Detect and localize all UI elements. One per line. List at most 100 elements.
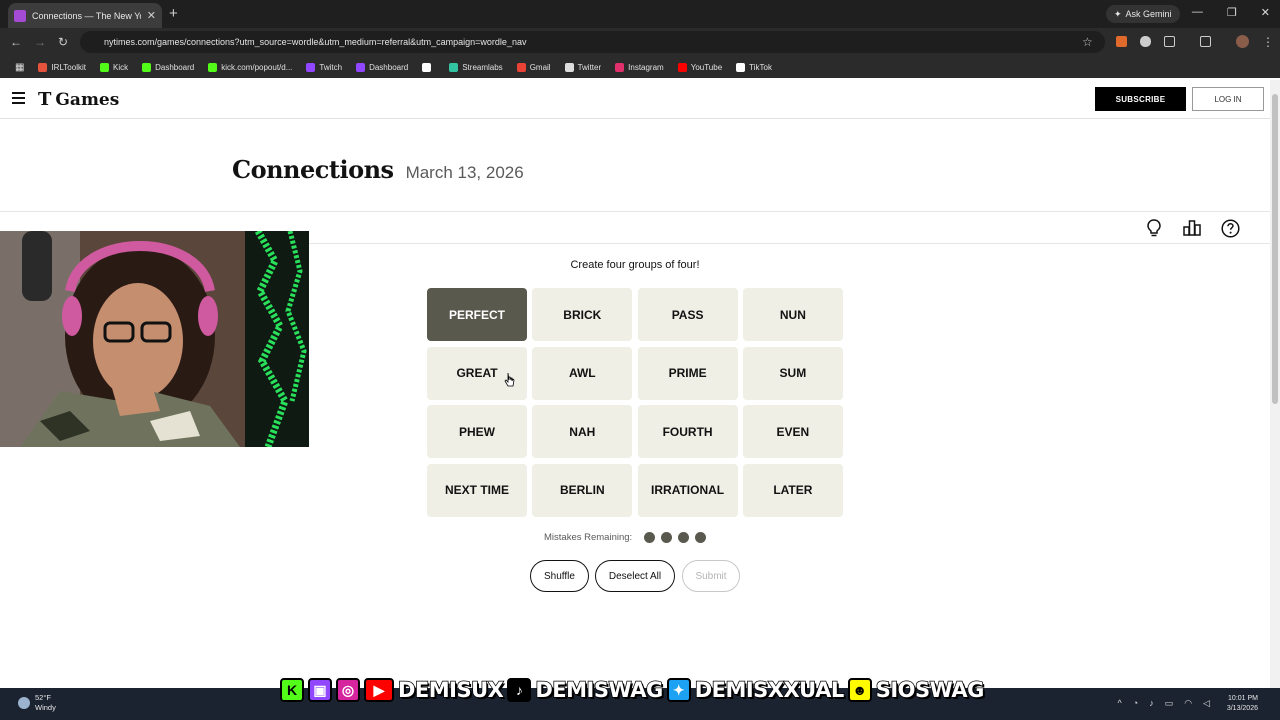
network-icon[interactable]: ◔ (1133, 698, 1138, 709)
word-tile[interactable]: LATER (742, 463, 843, 517)
bookmark-item[interactable]: Instagram (608, 62, 671, 72)
profile-avatar[interactable] (1236, 35, 1249, 48)
deselect-all-button[interactable]: Deselect All (595, 560, 675, 592)
hint-lightbulb-icon[interactable] (1144, 218, 1164, 238)
bookmarks-bar: ▦ IRLToolkit Kick Dashboard kick.com/popout… (0, 56, 1280, 78)
word-tile[interactable]: PASS (637, 288, 738, 341)
back-icon[interactable]: ← (10, 35, 22, 49)
bookmark-item[interactable]: TikTok (729, 62, 779, 72)
word-tile[interactable]: PRIME (637, 346, 738, 400)
bookmark-favicon-icon (306, 62, 316, 72)
mistakes-label: Mistakes Remaining: (544, 532, 633, 543)
browser-tab-bar: Connections — The New York Times ✕ + ✦ A… (0, 0, 1280, 28)
address-bar[interactable]: nytimes.com/games/connections?utm_source… (80, 31, 1105, 53)
close-tab-icon[interactable]: ✕ (147, 9, 156, 22)
extension-lock-icon[interactable] (1140, 36, 1151, 47)
bookmark-item[interactable]: Dashboard (349, 62, 415, 72)
url-text: nytimes.com/games/connections?utm_source… (104, 37, 527, 47)
bookmark-item[interactable]: Streamlabs (442, 62, 509, 72)
word-tile[interactable]: EVEN (742, 405, 843, 459)
bookmark-item[interactable]: IRLToolkit (31, 62, 93, 72)
page-scrollbar[interactable] (1270, 80, 1280, 688)
tray-chevron-icon[interactable]: ^ (1118, 698, 1122, 709)
word-tile[interactable]: NUN (742, 288, 843, 341)
nyt-games-logo[interactable]: T Games (38, 89, 119, 110)
mistake-dots (644, 532, 707, 543)
page-title: Connections (232, 155, 394, 184)
minimize-icon[interactable]: — (1192, 6, 1203, 19)
bookmark-item[interactable]: Kick (93, 62, 135, 72)
puzzle-date: March 13, 2026 (405, 163, 524, 182)
weather-widget[interactable]: 52°F Windy (18, 693, 56, 713)
browser-menu-icon[interactable]: ⋮ (1262, 35, 1274, 49)
subscribe-button[interactable]: SUBSCRIBE (1095, 87, 1186, 111)
login-button[interactable]: LOG IN (1192, 87, 1264, 111)
bookmark-label: TikTok (749, 62, 772, 72)
bookmark-label: Dashboard (369, 62, 409, 72)
mistakes-remaining: Mistakes Remaining: (544, 532, 707, 543)
bookmark-label: kick.com/popout/d... (221, 62, 293, 72)
volume-icon[interactable]: ◁ (1203, 698, 1210, 709)
word-tile[interactable]: PHEW (427, 405, 527, 459)
forward-icon[interactable]: → (34, 35, 46, 49)
bookmark-item[interactable]: Dashboard (135, 62, 201, 72)
apps-grid-icon[interactable]: ▦ (8, 62, 31, 73)
word-tile[interactable]: BERLIN (532, 463, 633, 517)
help-question-icon[interactable] (1220, 218, 1240, 238)
clock-time: 10:01 PM (1228, 695, 1258, 702)
microphone-icon[interactable]: ♪ (1149, 698, 1154, 709)
bookmark-star-icon[interactable]: ☆ (1082, 35, 1093, 49)
bookmark-label: Twitch (319, 62, 343, 72)
ask-gemini-label: Ask Gemini (1125, 9, 1172, 19)
mistake-dot (695, 532, 707, 543)
word-tile[interactable]: BRICK (532, 288, 633, 341)
display-icon[interactable]: ▭ (1165, 698, 1174, 709)
tiktok-logo-icon: ♪ (507, 678, 532, 702)
word-tile[interactable]: FOURTH (637, 405, 738, 459)
wifi-icon[interactable]: ◠ (1184, 698, 1192, 709)
bookmark-item[interactable]: Twitch (299, 62, 349, 72)
extensions-puzzle-icon[interactable] (1164, 36, 1175, 47)
weather-temp: 52°F (35, 693, 51, 702)
bookmark-label: Dashboard (155, 62, 195, 72)
bookmark-item[interactable]: kick.com/popout/d... (201, 62, 299, 72)
new-tab-icon[interactable]: + (169, 5, 178, 22)
side-panel-icon[interactable] (1200, 36, 1211, 47)
bookmark-favicon-icon (449, 62, 459, 72)
word-tile[interactable]: AWL (532, 346, 633, 400)
bookmark-label: Gmail (529, 62, 551, 72)
webcam-overlay (0, 231, 309, 447)
overlay-handle-kick: DEMISUX (397, 677, 504, 703)
browser-tab[interactable]: Connections — The New York Times ✕ (8, 3, 162, 28)
stats-chart-icon[interactable] (1182, 218, 1202, 238)
clock-date: 3/13/2026 (1226, 705, 1258, 712)
word-tile[interactable]: SUM (742, 346, 843, 400)
extension-icon[interactable] (1116, 36, 1127, 47)
bookmark-item[interactable]: Gmail (510, 62, 558, 72)
shuffle-button[interactable]: Shuffle (530, 560, 589, 592)
menu-hamburger-icon[interactable] (12, 92, 25, 104)
word-tile[interactable]: NEXT TIME (427, 463, 527, 517)
system-clock[interactable]: 10:01 PM 3/13/2026 (1227, 694, 1258, 714)
scrollbar-thumb[interactable] (1272, 94, 1278, 404)
word-tile[interactable]: IRRATIONAL (637, 463, 738, 517)
twitch-logo-icon: ▣ (308, 678, 332, 702)
bookmark-item[interactable]: Twitter (558, 62, 609, 72)
ask-gemini-button[interactable]: ✦ Ask Gemini (1106, 5, 1180, 23)
bookmark-favicon-icon (736, 62, 746, 72)
bookmark-label: Streamlabs (462, 62, 503, 72)
kick-logo-icon: K (280, 678, 304, 702)
game-toolbar (1144, 218, 1240, 238)
submit-button[interactable]: Submit (682, 560, 740, 592)
mistake-dot (661, 532, 673, 543)
bookmark-item[interactable]: YouTube (671, 62, 729, 72)
bookmark-label: Instagram (628, 62, 664, 72)
bookmark-item[interactable] (415, 62, 442, 72)
word-tile[interactable]: NAH (532, 405, 633, 459)
maximize-icon[interactable]: ❐ (1227, 6, 1237, 19)
mistake-dot (644, 532, 656, 543)
reload-icon[interactable]: ↻ (58, 35, 68, 49)
close-window-icon[interactable]: ✕ (1261, 6, 1270, 19)
word-tile[interactable]: PERFECT (427, 288, 527, 341)
weather-condition: Windy (35, 703, 56, 712)
